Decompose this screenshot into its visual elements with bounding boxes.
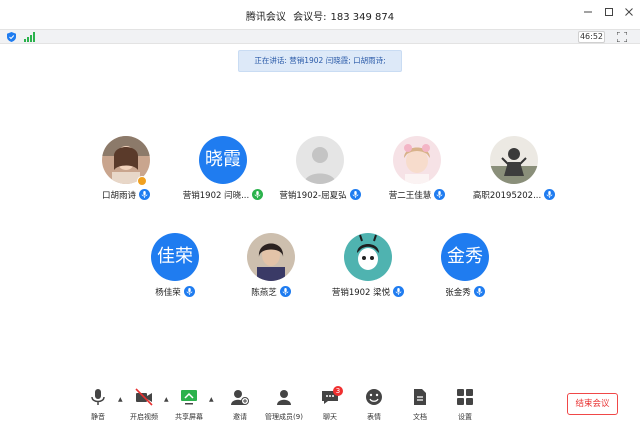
app-title: 腾讯会议 <box>245 12 286 23</box>
settings-grid-icon <box>457 389 473 405</box>
fullscreen-icon[interactable] <box>617 32 627 42</box>
participant-tile[interactable]: 营二王佳慧 <box>362 136 472 206</box>
chat-unread-badge: 3 <box>333 386 343 396</box>
participant-name: 陈燕芝 <box>216 286 326 298</box>
start-video-button[interactable]: 开启视频 <box>124 388 164 424</box>
participant-tile[interactable]: 佳荣 杨佳荣 <box>120 233 230 303</box>
default-avatar-icon <box>296 136 344 184</box>
participant-tile[interactable]: 高职20195202... <box>459 136 569 206</box>
window-title: 腾讯会议 会议号: 183 349 874 <box>0 8 640 23</box>
status-bar: 46:52 <box>0 29 640 44</box>
mic-icon <box>139 189 150 200</box>
minimize-icon[interactable] <box>580 6 596 22</box>
participant-avatar: 佳荣 <box>151 233 199 281</box>
settings-button[interactable]: 设置 <box>445 388 485 424</box>
participant-name: 高职20195202... <box>459 189 569 201</box>
meeting-timer: 46:52 <box>578 31 605 43</box>
members-icon <box>277 390 291 405</box>
participant-name: 营销1902 梁悦 <box>313 286 423 298</box>
shield-icon[interactable] <box>7 32 16 42</box>
participant-name: 营销1902-屈夏弘 <box>265 189 375 201</box>
video-options-caret[interactable]: ▲ <box>164 396 169 403</box>
participant-name: 营二王佳慧 <box>362 189 472 201</box>
end-meeting-button[interactable]: 结束会议 <box>567 393 618 415</box>
signal-icon[interactable] <box>24 32 36 42</box>
mic-icon <box>434 189 446 200</box>
participant-avatar: 金秀 <box>441 233 489 281</box>
maximize-icon[interactable] <box>601 6 617 22</box>
docs-button[interactable]: 文档 <box>400 388 440 424</box>
speaking-banner: 正在讲话: 营销1902 闫晓霞; 口胡雨诗; <box>238 50 402 72</box>
share-screen-button[interactable]: 共享屏幕 <box>169 388 209 424</box>
manage-members-button[interactable]: 管理成员(9) <box>264 388 304 424</box>
invite-button[interactable]: 邀请 <box>220 388 260 424</box>
host-badge-icon <box>137 176 147 186</box>
participant-avatar: 晓霞 <box>199 136 247 184</box>
participant-name: 营销1902 闫晓... <box>168 189 278 201</box>
title-bar: 腾讯会议 会议号: 183 349 874 <box>0 0 640 30</box>
participant-avatar <box>490 136 538 184</box>
chat-button[interactable]: 3 聊天 <box>310 386 350 424</box>
participant-name: 张金秀 <box>410 286 520 298</box>
meeting-id-label: 会议号: <box>293 12 327 23</box>
share-options-caret[interactable]: ▲ <box>209 396 214 403</box>
share-screen-icon <box>181 390 197 405</box>
document-icon <box>414 389 426 405</box>
emoji-button[interactable]: 表情 <box>354 388 394 424</box>
mic-icon <box>544 189 556 200</box>
mic-icon <box>183 286 195 297</box>
participant-name: 杨佳荣 <box>120 286 230 298</box>
bottom-toolbar: 静音 ▲ 开启视频 ▲ 共享屏幕 ▲ 邀请 管理成员(9) 3 聊天 表情 文档… <box>0 384 640 426</box>
mic-icon <box>393 286 405 297</box>
mute-button[interactable]: 静音 <box>78 388 118 424</box>
participant-tile[interactable]: 金秀 张金秀 <box>410 233 520 303</box>
close-icon[interactable] <box>621 6 637 22</box>
mic-icon <box>473 286 485 297</box>
participant-tile[interactable]: 口胡雨诗 <box>71 136 181 206</box>
mic-icon <box>349 189 361 200</box>
mute-options-caret[interactable]: ▲ <box>118 396 123 403</box>
participant-tile[interactable]: 陈燕芝 <box>216 233 326 303</box>
microphone-icon <box>91 389 105 405</box>
invite-icon <box>231 390 249 405</box>
mic-icon <box>279 286 291 297</box>
emoji-icon <box>366 389 382 405</box>
participant-tile[interactable]: 营销1902-屈夏弘 <box>265 136 375 206</box>
mic-active-icon <box>252 189 264 200</box>
participant-name: 口胡雨诗 <box>71 189 181 201</box>
participant-tile[interactable]: 营销1902 梁悦 <box>313 233 423 303</box>
participant-avatar <box>247 233 295 281</box>
participant-avatar <box>393 136 441 184</box>
participant-tile[interactable]: 晓霞 营销1902 闫晓... <box>168 136 278 206</box>
video-off-icon <box>135 388 153 406</box>
meeting-id: 183 349 874 <box>330 12 395 23</box>
participant-avatar <box>344 233 392 281</box>
